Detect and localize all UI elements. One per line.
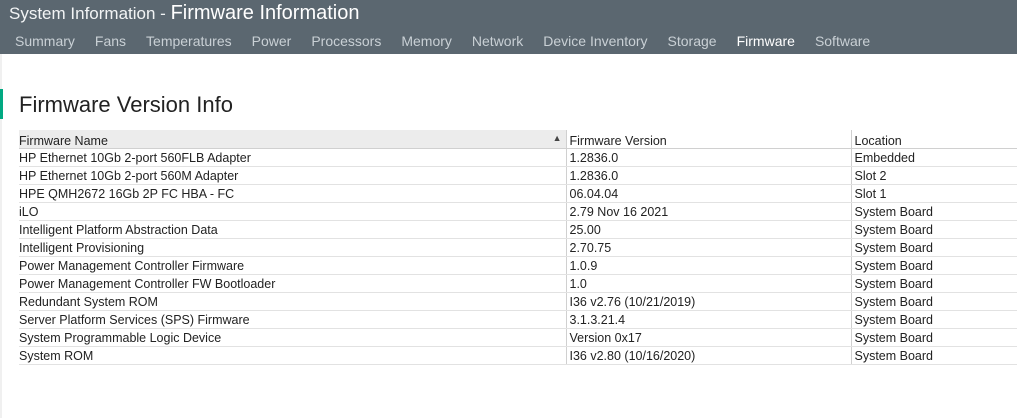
cell-name: HP Ethernet 10Gb 2-port 560FLB Adapter (19, 148, 566, 167)
cell-location: System Board (850, 256, 1017, 275)
table-row: Power Management Controller Firmware 1.0.… (19, 256, 1017, 275)
tab-device-inventory[interactable]: Device Inventory (533, 28, 657, 54)
tab-power[interactable]: Power (242, 28, 302, 54)
tab-memory[interactable]: Memory (391, 28, 462, 54)
cell-location: Slot 1 (850, 184, 1017, 203)
cell-version: 3.1.3.21.4 (565, 310, 851, 329)
table-row: System Programmable Logic Device Version … (19, 328, 1017, 347)
tab-summary[interactable]: Summary (5, 28, 85, 54)
cell-name: System ROM (19, 346, 566, 365)
cell-name: iLO (19, 202, 566, 221)
table-row: HPE QMH2672 16Gb 2P FC HBA - FC 06.04.04 S… (19, 184, 1017, 203)
sort-ascending-icon[interactable]: ▲ (553, 133, 562, 143)
title-separator: - (155, 4, 171, 23)
cell-name: Intelligent Provisioning (19, 238, 566, 257)
cell-location: Slot 2 (850, 166, 1017, 185)
tab-temperatures[interactable]: Temperatures (136, 28, 242, 54)
cell-version: 1.0.9 (565, 256, 851, 275)
cell-location: System Board (850, 202, 1017, 221)
table-row: Server Platform Services (SPS) Firmware 3… (19, 310, 1017, 329)
cell-version: 1.0 (565, 274, 851, 293)
column-header-label: Firmware Version (569, 134, 667, 148)
cell-location: System Board (850, 238, 1017, 257)
page-title: Firmware Information (170, 2, 360, 24)
app-title: System Information (9, 4, 156, 23)
table-body: HP Ethernet 10Gb 2-port 560FLB Adapter 1.… (19, 148, 1017, 365)
cell-version: 1.2836.0 (565, 148, 851, 167)
tab-storage[interactable]: Storage (658, 28, 727, 54)
cell-version: 2.70.75 (565, 238, 851, 257)
cell-name: HP Ethernet 10Gb 2-port 560M Adapter (19, 166, 566, 185)
column-header-location[interactable]: Location (850, 130, 1017, 149)
table-header-row: Firmware Name ▲ Firmware Version Locatio… (19, 130, 1017, 149)
column-header-firmware-name[interactable]: Firmware Name ▲ (19, 130, 566, 149)
cell-version: I36 v2.80 (10/16/2020) (565, 346, 851, 365)
cell-version: 1.2836.0 (565, 166, 851, 185)
firmware-table: Firmware Name ▲ Firmware Version Locatio… (19, 130, 1017, 365)
header-title: System Information - Firmware Informatio… (9, 2, 360, 26)
cell-version: 25.00 (565, 220, 851, 239)
cell-location: System Board (850, 310, 1017, 329)
column-header-firmware-version[interactable]: Firmware Version (565, 130, 851, 149)
cell-location: System Board (850, 328, 1017, 347)
cell-name: Server Platform Services (SPS) Firmware (19, 310, 566, 329)
cell-version: 06.04.04 (565, 184, 851, 203)
tab-network[interactable]: Network (462, 28, 533, 54)
cell-version: 2.79 Nov 16 2021 (565, 202, 851, 221)
cell-name: Intelligent Platform Abstraction Data (19, 220, 566, 239)
cell-version: Version 0x17 (565, 328, 851, 347)
cell-location: Embedded (850, 148, 1017, 167)
cell-location: System Board (850, 292, 1017, 311)
table-row: Intelligent Provisioning 2.70.75 System Bo… (19, 238, 1017, 257)
table-row: System ROM I36 v2.80 (10/16/2020) System B… (19, 346, 1017, 365)
tab-software[interactable]: Software (805, 28, 880, 54)
cell-location: System Board (850, 220, 1017, 239)
tab-firmware[interactable]: Firmware (727, 28, 805, 54)
cell-name: Power Management Controller Firmware (19, 256, 566, 275)
table-row: Power Management Controller FW Bootloade… (19, 274, 1017, 293)
cell-name: Redundant System ROM (19, 292, 566, 311)
column-header-label: Location (854, 134, 902, 148)
table-row: Redundant System ROM I36 v2.76 (10/21/201… (19, 292, 1017, 311)
cell-name: System Programmable Logic Device (19, 328, 566, 347)
table-row: Intelligent Platform Abstraction Data 25.… (19, 220, 1017, 239)
cell-version: I36 v2.76 (10/21/2019) (565, 292, 851, 311)
page-header: System Information - Firmware Informatio… (0, 0, 1017, 54)
tab-processors[interactable]: Processors (301, 28, 391, 54)
section-marker (0, 89, 3, 119)
table-row: HP Ethernet 10Gb 2-port 560FLB Adapter 1.… (19, 148, 1017, 167)
cell-name: HPE QMH2672 16Gb 2P FC HBA - FC (19, 184, 566, 203)
cell-name: Power Management Controller FW Bootloade… (19, 274, 566, 293)
table-row: iLO 2.79 Nov 16 2021 System Board (19, 202, 1017, 221)
column-header-label: Firmware Name (19, 134, 108, 148)
section-title: Firmware Version Info (19, 92, 233, 117)
cell-location: System Board (850, 274, 1017, 293)
cell-location: System Board (850, 346, 1017, 365)
table-row: HP Ethernet 10Gb 2-port 560M Adapter 1.28… (19, 166, 1017, 185)
tab-fans[interactable]: Fans (85, 28, 136, 54)
tab-bar: Summary Fans Temperatures Power Processors Me… (5, 28, 880, 54)
